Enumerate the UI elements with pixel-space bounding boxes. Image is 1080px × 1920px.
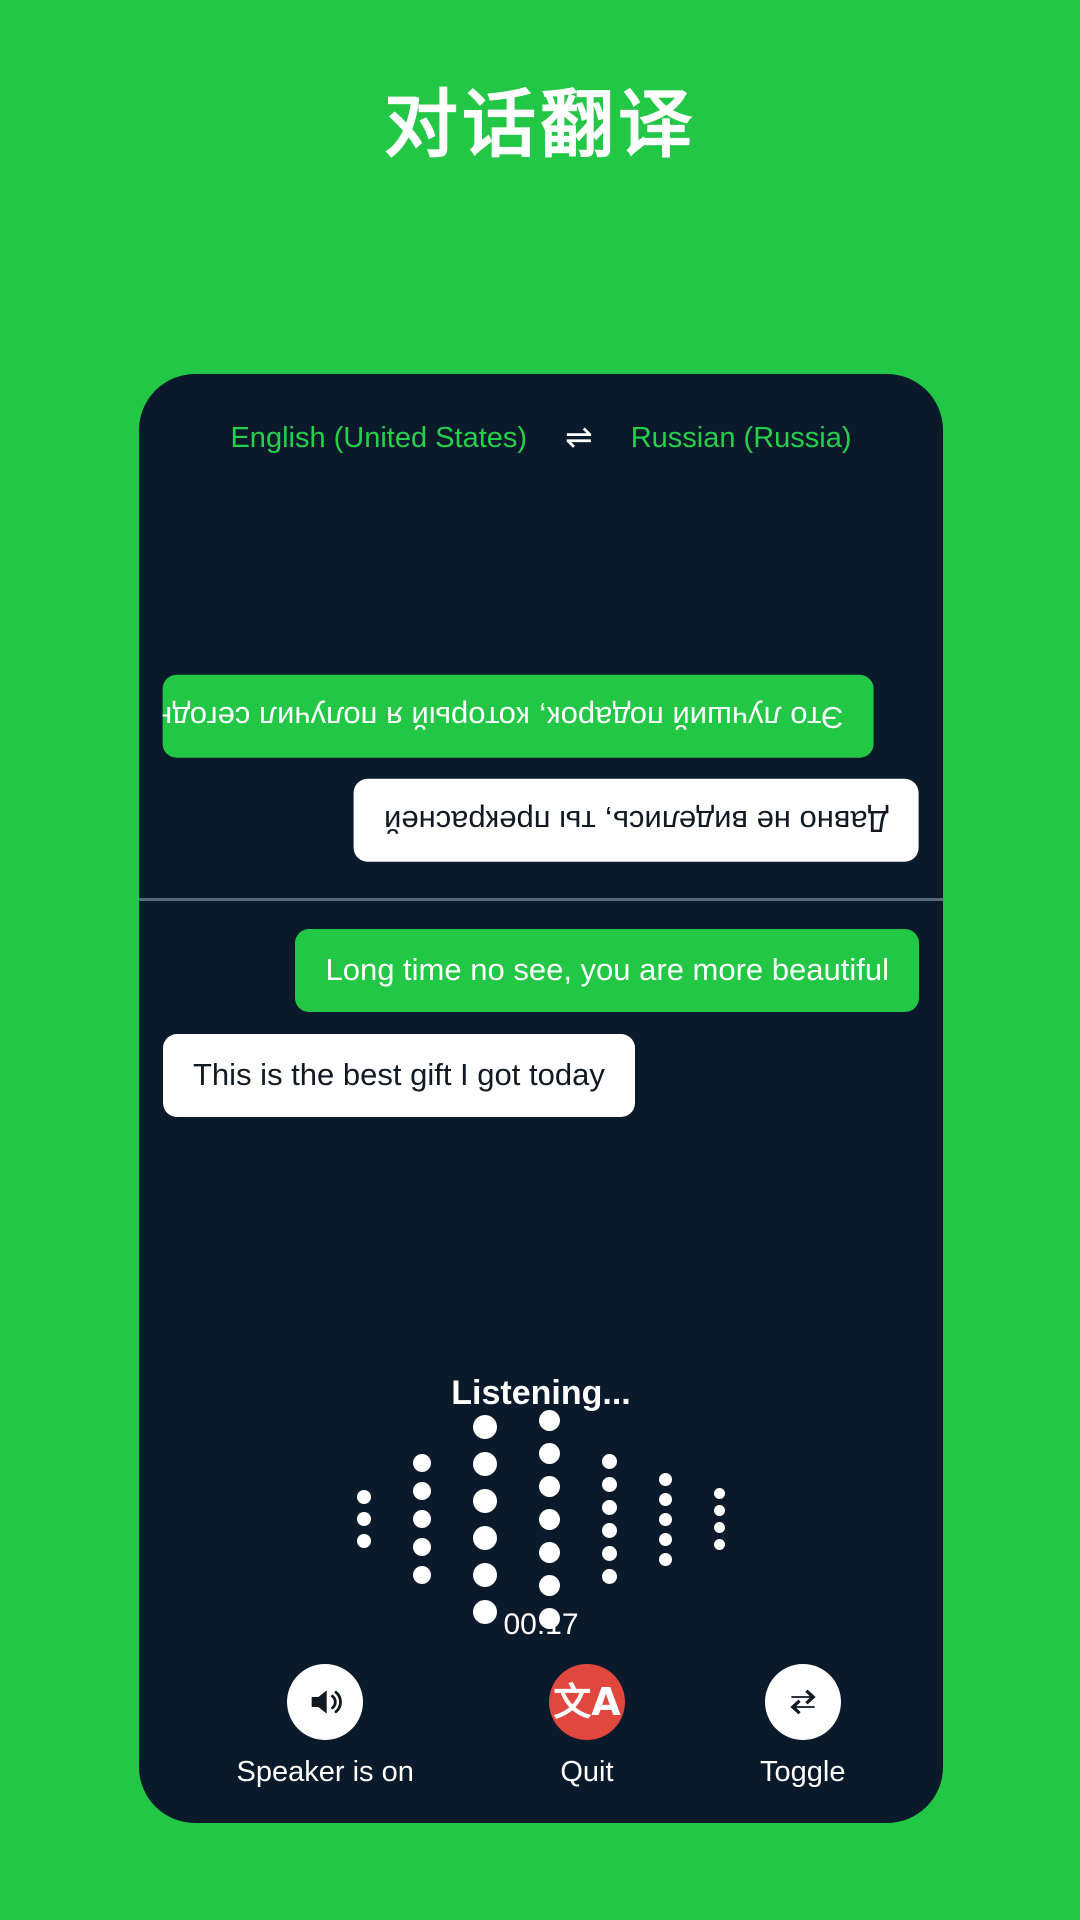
waveform-dot [473, 1525, 497, 1550]
waveform-column [473, 1414, 497, 1624]
quit-button[interactable]: 文A Quit [548, 1664, 625, 1789]
waveform-dot [473, 1488, 497, 1513]
waveform-column [659, 1472, 672, 1566]
message-row: This is the best gift I got today [163, 1033, 919, 1139]
waveform-dot [357, 1534, 371, 1548]
message-bubble[interactable]: Это лучший подарок, который я получил се… [163, 674, 874, 758]
waveform-dot [714, 1488, 725, 1499]
conversation-pane-bottom: Long time no see, you are more beautiful… [139, 901, 943, 1321]
swap-arrows-icon[interactable]: ⇌ [565, 420, 593, 453]
waveform-dot [602, 1523, 617, 1538]
listening-status: Listening... [451, 1374, 631, 1412]
waveform-dot [659, 1552, 672, 1566]
waveform-dot [714, 1505, 725, 1516]
waveform-dot [659, 1492, 672, 1506]
waveform-dot [473, 1414, 497, 1439]
language-bar: English (United States) ⇌ Russian (Russi… [139, 402, 943, 474]
waveform-dot [413, 1538, 431, 1556]
source-language-selector[interactable]: English (United States) [230, 422, 527, 455]
waveform-dot [539, 1541, 560, 1563]
waveform-dot [539, 1409, 560, 1431]
page-title: 对话翻译 [384, 83, 696, 166]
waveform-dot [413, 1566, 431, 1584]
waveform-dot [413, 1482, 431, 1500]
waveform-dot [357, 1490, 371, 1504]
message-row: Давно не виделись, ты прекрасней [163, 779, 919, 884]
waveform-dot [602, 1500, 617, 1515]
bottom-controls: Speaker is on 文A Quit Toggle [139, 1664, 943, 1789]
message-row: Long time no see, you are more beautiful [163, 929, 919, 1034]
message-row: Это лучший подарок, который я получил се… [163, 674, 919, 780]
waveform-column [413, 1454, 431, 1584]
waveform-dot [602, 1546, 617, 1561]
waveform-dot [659, 1532, 672, 1546]
toggle-button-label: Toggle [759, 1756, 846, 1788]
waveform-column [714, 1488, 725, 1550]
waveform-dot [413, 1454, 431, 1472]
waveform-column [539, 1409, 560, 1629]
toggle-button-circle[interactable] [764, 1664, 841, 1740]
waveform-dot [659, 1472, 672, 1486]
repeat-swap-icon [790, 1689, 816, 1715]
conversation-pane-top: Это лучший подарок, который я получил се… [139, 474, 943, 898]
translate-icon: 文A [553, 1680, 621, 1724]
phone-card: English (United States) ⇌ Russian (Russi… [139, 374, 943, 1823]
waveform-dot [539, 1508, 560, 1530]
speaker-button-label: Speaker is on [236, 1756, 414, 1788]
audio-waveform-visualizer [139, 1409, 943, 1629]
waveform-dot [539, 1574, 560, 1596]
waveform-column [357, 1490, 371, 1548]
recording-timer: 00:17 [503, 1608, 579, 1641]
speaker-button-circle[interactable] [287, 1664, 364, 1740]
waveform-dot [602, 1477, 617, 1492]
message-bubble[interactable]: Давно не виделись, ты прекрасней [354, 779, 919, 862]
message-bubble[interactable]: Long time no see, you are more beautiful [295, 929, 919, 1012]
waveform-dot [539, 1442, 560, 1464]
waveform-dot [714, 1539, 725, 1550]
message-list-bottom: Long time no see, you are more beautiful… [139, 929, 943, 1153]
quit-button-circle[interactable]: 文A [548, 1664, 625, 1740]
message-list-top: Это лучший подарок, который я получил се… [139, 674, 943, 899]
app-screen: 对话翻译 English (United States) ⇌ Russian (… [0, 0, 1080, 1920]
waveform-dot [357, 1512, 371, 1526]
waveform-dot [413, 1510, 431, 1528]
speaker-on-icon [311, 1690, 343, 1714]
waveform-dot [473, 1451, 497, 1476]
waveform-dot [659, 1512, 672, 1526]
waveform-dot [539, 1475, 560, 1497]
waveform-dot [473, 1562, 497, 1587]
target-language-selector[interactable]: Russian (Russia) [631, 422, 852, 455]
speaker-button[interactable]: Speaker is on [237, 1664, 414, 1789]
waveform-column [602, 1454, 617, 1584]
quit-button-label: Quit [560, 1756, 614, 1788]
toggle-button[interactable]: Toggle [760, 1664, 845, 1789]
waveform-dot [602, 1569, 617, 1584]
waveform-dot [602, 1454, 617, 1469]
message-bubble[interactable]: This is the best gift I got today [163, 1033, 635, 1117]
waveform-dot [714, 1522, 725, 1533]
